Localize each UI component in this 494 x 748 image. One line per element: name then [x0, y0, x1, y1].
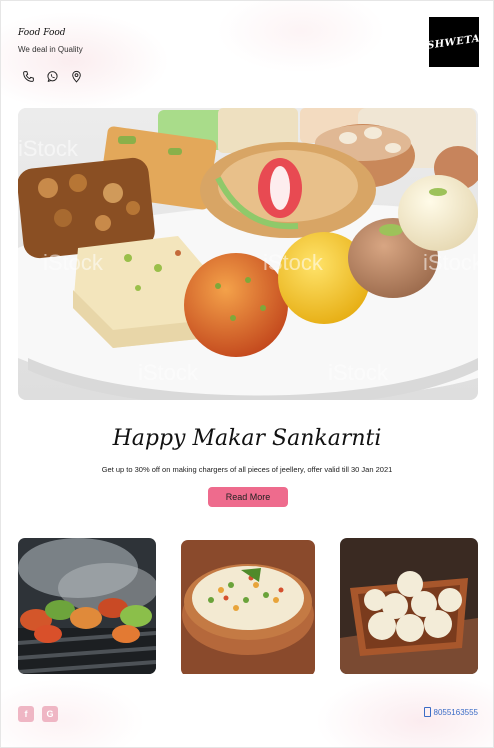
gallery-card-skewers[interactable]: [18, 538, 156, 674]
svg-text:iStock: iStock: [423, 250, 478, 275]
svg-text:iStock: iStock: [43, 250, 104, 275]
brand-title: Food Food: [18, 28, 66, 38]
mobile-phone-icon: [423, 707, 431, 717]
google-glyph: G: [46, 709, 54, 719]
phone-link[interactable]: 8055163555: [423, 707, 479, 717]
hero-image: iStock iStock iStock iStock iStock iStoc…: [18, 108, 478, 400]
phone-number: 8055163555: [433, 707, 479, 717]
svg-text:iStock: iStock: [18, 136, 79, 161]
read-more-button[interactable]: Read More: [208, 487, 288, 507]
google-icon[interactable]: G: [42, 706, 58, 722]
facebook-glyph: f: [24, 709, 28, 719]
brand-tagline: We deal in Quality: [18, 45, 83, 54]
whatsapp-icon[interactable]: [46, 70, 59, 83]
contact-icons: [22, 70, 83, 83]
location-pin-icon[interactable]: [70, 70, 83, 83]
svg-text:iStock: iStock: [263, 250, 324, 275]
brand-logo[interactable]: SHWETA: [426, 17, 482, 67]
offer-text: Get up to 30% off on making chargers of …: [101, 465, 393, 474]
gallery-card-laddoo[interactable]: [340, 538, 478, 674]
facebook-icon[interactable]: f: [18, 706, 34, 722]
svg-text:iStock: iStock: [328, 360, 389, 385]
gallery-card-biryani[interactable]: [181, 540, 315, 676]
logo-text: SHWETA: [426, 32, 482, 52]
svg-text:iStock: iStock: [138, 360, 199, 385]
phone-icon[interactable]: [22, 70, 35, 83]
promo-headline: Happy Makar Sankarnti: [112, 426, 382, 451]
